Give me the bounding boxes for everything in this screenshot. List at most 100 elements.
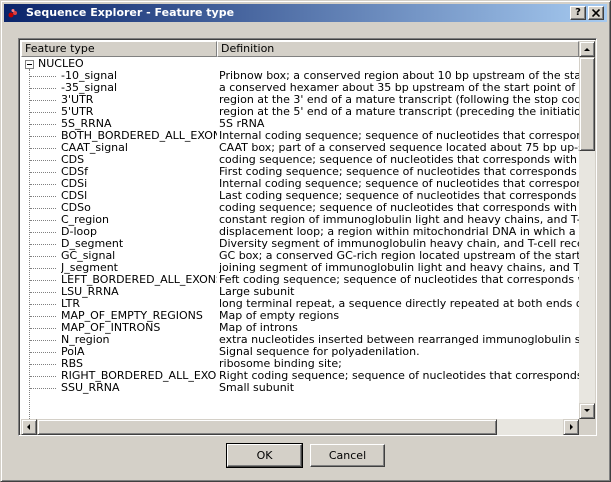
table-row[interactable]: LSU_RRNA Large subunit: [21, 286, 579, 298]
column-header-feature-type[interactable]: Feature type: [21, 41, 217, 57]
table-row[interactable]: J_segment joining segment of immunoglobul…: [21, 262, 579, 274]
tree-root-row[interactable]: NUCLEO: [21, 58, 579, 70]
scrollbar-corner: [579, 419, 595, 435]
horizontal-scrollbar[interactable]: [21, 419, 579, 435]
feature-type-cell: J_segment: [61, 262, 118, 274]
table-row[interactable]: SSU_RRNA Small subunit: [21, 382, 579, 394]
vertical-scroll-thumb[interactable]: [579, 57, 595, 151]
cancel-button[interactable]: Cancel: [310, 444, 385, 467]
app-icon: [8, 9, 17, 18]
table-row[interactable]: 5S_RRNA 5S rRNA: [21, 118, 579, 130]
table-row[interactable]: N_region extra nucleotides inserted betwe…: [21, 334, 579, 346]
table-row[interactable]: CDS coding sequence; sequence of nucleoti…: [21, 154, 579, 166]
scroll-left-button[interactable]: [21, 419, 37, 435]
tree-connector-line: [30, 220, 56, 221]
definition-cell: region at the 5' end of a mature transcr…: [219, 106, 579, 118]
scroll-down-button[interactable]: [579, 403, 595, 419]
feature-type-cell: D-loop: [61, 226, 97, 238]
vertical-scrollbar[interactable]: [579, 41, 595, 419]
help-button[interactable]: ?: [570, 6, 586, 20]
scroll-right-button[interactable]: [563, 419, 579, 435]
definition-cell: a conserved hexamer about 35 bp upstream…: [219, 82, 579, 94]
column-header-definition[interactable]: Definition: [217, 41, 579, 57]
table-row[interactable]: 3'UTR region at the 3' end of a mature tr…: [21, 94, 579, 106]
table-row[interactable]: C_region constant region of immunoglobuli…: [21, 214, 579, 226]
feature-type-cell: RIGHT_BORDERED_ALL_EXONS: [61, 370, 217, 382]
table-row[interactable]: CDSf First coding sequence; sequence of n…: [21, 166, 579, 178]
feature-type-cell: CDSl: [61, 190, 88, 202]
definition-cell: Internal coding sequence; sequence of nu…: [219, 178, 579, 190]
feature-type-cell: MAP_OF_INTRONS: [61, 322, 161, 334]
feature-type-cell: 3'UTR: [61, 94, 94, 106]
feature-type-cell: 5'UTR: [61, 106, 94, 118]
scroll-up-button[interactable]: [579, 41, 595, 57]
table-row[interactable]: LEFT_BORDERED_ALL_EXONS Feft coding seque…: [21, 274, 579, 286]
tree-connector-line: [30, 328, 56, 329]
table-row[interactable]: PolA Signal sequence for polyadenilation.: [21, 346, 579, 358]
definition-cell: constant region of immunoglobulin light …: [219, 214, 579, 226]
table-row[interactable]: CDSl Last coding sequence; sequence of nu…: [21, 190, 579, 202]
table-row[interactable]: D-loop displacement loop; a region within…: [21, 226, 579, 238]
tree-connector-line: [30, 196, 56, 197]
feature-type-cell: -35_signal: [61, 82, 118, 94]
tree-connector-line: [30, 316, 56, 317]
tree-connector-line: [30, 256, 56, 257]
table-row[interactable]: RBS ribosome binding site;: [21, 358, 579, 370]
tree-connector-line: [30, 172, 56, 173]
dialog-window: Sequence Explorer - Feature type ? Featu…: [0, 0, 611, 482]
table-row[interactable]: CDSi Internal coding sequence; sequence o…: [21, 178, 579, 190]
table-row[interactable]: RIGHT_BORDERED_ALL_EXONS Right coding seq…: [21, 370, 579, 382]
feature-type-cell: LSU_RRNA: [61, 286, 119, 298]
tree-rows: NUCLEO -10_signal Pribnow box; a conserve…: [21, 57, 579, 427]
table-row[interactable]: MAP_OF_EMPTY_REGIONS Map of empty regions: [21, 310, 579, 322]
table-row[interactable]: GC_signal GC box; a conserved GC-rich reg…: [21, 250, 579, 262]
definition-cell: Map of introns: [219, 322, 298, 334]
ok-button[interactable]: OK: [226, 443, 303, 468]
feature-type-cell: CDSi: [61, 178, 88, 190]
arrow-up-icon: [584, 48, 590, 51]
table-row[interactable]: D_segment Diversity segment of immunoglob…: [21, 238, 579, 250]
table-row[interactable]: LTR long terminal repeat, a sequence dire…: [21, 298, 579, 310]
tree-connector-line: [30, 292, 56, 293]
feature-type-cell: PolA: [61, 346, 85, 358]
feature-type-cell: SSU_RRNA: [61, 382, 120, 394]
tree-connector-line: [30, 280, 56, 281]
tree-connector-line: [30, 376, 56, 377]
definition-cell: Diversity segment of immunoglobulin heav…: [219, 238, 579, 250]
table-row[interactable]: -10_signal Pribnow box; a conserved regio…: [21, 70, 579, 82]
definition-cell: Feft coding sequence; sequence of nucleo…: [219, 274, 579, 286]
tree-connector-line: [30, 76, 56, 77]
definition-cell: coding sequence; sequence of nucleotides…: [219, 202, 579, 214]
table-row[interactable]: -35_signal a conserved hexamer about 35 b…: [21, 82, 579, 94]
tree-connector-line: [30, 148, 56, 149]
horizontal-scroll-thumb[interactable]: [37, 419, 497, 435]
definition-cell: Small subunit: [219, 382, 295, 394]
tree-connector-line: [30, 136, 56, 137]
tree-connector-line: [30, 124, 56, 125]
feature-type-cell: RBS: [61, 358, 83, 370]
tree-root-label: NUCLEO: [38, 57, 84, 70]
feature-type-cell: CDSf: [61, 166, 89, 178]
feature-type-list[interactable]: Feature type Definition NUCLEO -10_signa…: [18, 38, 597, 436]
feature-type-cell: C_region: [61, 214, 109, 226]
close-button[interactable]: [588, 6, 604, 20]
table-row[interactable]: MAP_OF_INTRONS Map of introns: [21, 322, 579, 334]
table-row[interactable]: CAAT_signal CAAT box; part of a conserved…: [21, 142, 579, 154]
table-row[interactable]: CDSo coding sequence; sequence of nucleot…: [21, 202, 579, 214]
list-header: Feature type Definition: [21, 41, 579, 57]
feature-type-cell: CAAT_signal: [61, 142, 128, 154]
definition-cell: Large subunit: [219, 286, 295, 298]
table-row[interactable]: BOTH_BORDERED_ALL_EXONS Internal coding s…: [21, 130, 579, 142]
tree-connector-line: [30, 184, 56, 185]
feature-type-cell: CDSo: [61, 202, 91, 214]
feature-type-cell: GC_signal: [61, 250, 116, 262]
definition-cell: Internal coding sequence; sequence of nu…: [219, 130, 579, 142]
feature-type-cell: D_segment: [61, 238, 124, 250]
tree-connector-line: [30, 268, 56, 269]
table-row[interactable]: 5'UTR region at the 5' end of a mature tr…: [21, 106, 579, 118]
definition-cell: Last coding sequence; sequence of nucleo…: [219, 190, 579, 202]
definition-cell: 5S rRNA: [219, 118, 265, 130]
collapse-minus-icon[interactable]: [25, 60, 34, 69]
feature-type-cell: LTR: [61, 298, 80, 310]
title-bar[interactable]: Sequence Explorer - Feature type ?: [4, 4, 607, 22]
